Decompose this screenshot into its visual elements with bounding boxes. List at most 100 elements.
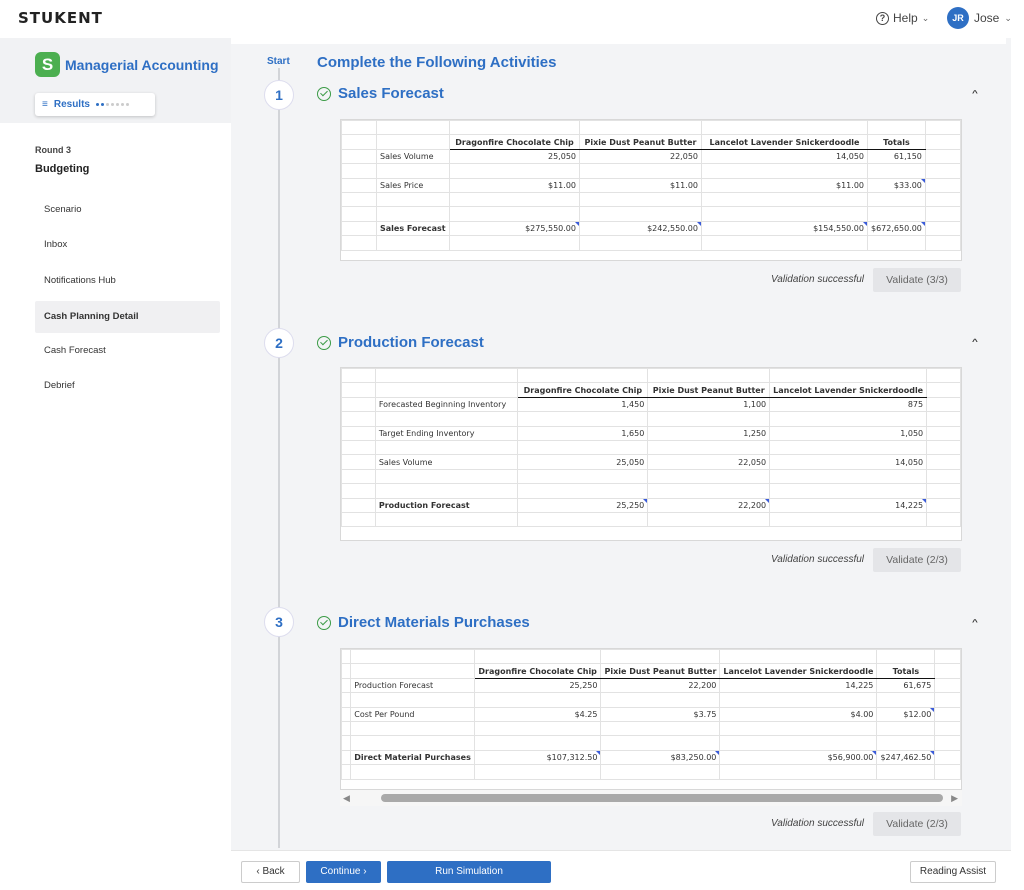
table-cell[interactable]: 875	[769, 396, 928, 413]
continue-label: Continue	[320, 866, 361, 877]
chevron-up-icon[interactable]: ^	[972, 339, 978, 347]
results-button[interactable]: ≡ Results	[35, 93, 155, 116]
spreadsheet-production-forecast[interactable]: Dragonfire Chocolate Chip Pixie Dust Pea…	[340, 367, 962, 541]
step-number: 1	[264, 80, 294, 110]
sidebar-item-notifications-hub[interactable]: Notifications Hub	[35, 265, 220, 297]
progress-dots	[95, 103, 129, 106]
row-label: Sales Volume	[374, 454, 519, 470]
scroll-right-icon[interactable]: ▶	[951, 793, 958, 804]
course-title: Managerial Accounting	[65, 57, 219, 73]
row-label: Production Forecast	[374, 497, 519, 513]
table-cell[interactable]: $247,462.50	[876, 749, 936, 766]
spreadsheet-direct-materials-purchases[interactable]: Dragonfire Chocolate Chip Pixie Dust Pea…	[340, 648, 962, 790]
user-menu[interactable]: JR Jose ⌄	[947, 7, 1012, 29]
table-cell[interactable]: 22,200	[600, 677, 721, 694]
table-cell[interactable]: $11.00	[579, 177, 702, 193]
table-cell[interactable]: 22,050	[647, 454, 771, 470]
table-row: Forecasted Beginning Inventory 1,450 1,1…	[341, 396, 961, 413]
sidebar-item-scenario[interactable]: Scenario	[35, 194, 220, 226]
table-cell[interactable]: 1,100	[647, 396, 771, 413]
table-cell[interactable]: $56,900.00	[719, 749, 878, 766]
table-cell[interactable]: 25,250	[517, 497, 649, 513]
step-number: 3	[264, 607, 294, 637]
step-number: 2	[264, 328, 294, 358]
table-cell[interactable]: 14,225	[719, 677, 878, 694]
table-cell[interactable]: 25,050	[449, 148, 580, 165]
section-title-text: Direct Materials Purchases	[338, 614, 530, 631]
table-cell[interactable]: 1,050	[769, 425, 928, 441]
table-cell[interactable]: 25,050	[517, 454, 649, 470]
scroll-thumb[interactable]	[381, 794, 943, 802]
table-row: Direct Material Purchases $107,312.50 $8…	[341, 749, 961, 766]
right-gutter	[1011, 38, 1024, 890]
table-cell[interactable]: 14,050	[769, 454, 928, 470]
horizontal-scrollbar[interactable]: ◀ ▶	[340, 790, 962, 806]
table-cell[interactable]: $12.00	[876, 706, 936, 722]
chevron-down-icon: ⌄	[1004, 12, 1012, 23]
table-cell[interactable]: 22,200	[647, 497, 771, 513]
section-title-sales-forecast: Sales Forecast	[317, 85, 444, 102]
table-cell[interactable]: $4.25	[473, 706, 602, 722]
check-circle-icon	[317, 615, 331, 630]
table-cell[interactable]: 61,675	[876, 677, 936, 694]
row-label: Sales Price	[376, 177, 450, 193]
table-cell[interactable]: $33.00	[867, 177, 926, 193]
bottom-bar: ‹ Back Continue › Run Simulation Reading…	[231, 850, 1011, 890]
table-cell[interactable]: $275,550.00	[449, 220, 580, 237]
table-cell[interactable]: 22,050	[579, 148, 702, 165]
run-simulation-button[interactable]: Run Simulation	[387, 861, 551, 883]
divider	[231, 38, 1006, 44]
help-menu[interactable]: ? Help ⌄	[876, 11, 929, 25]
sidebar-item-cash-planning-detail[interactable]: Cash Planning Detail	[35, 301, 220, 333]
table-cell[interactable]: $11.00	[701, 177, 868, 193]
scroll-left-icon[interactable]: ◀	[343, 793, 350, 804]
sidebar: S Managerial Accounting ≡ Results Round …	[0, 38, 231, 890]
table-cell[interactable]: $3.75	[600, 706, 721, 722]
user-name: Jose	[974, 11, 1000, 25]
reading-assist-button[interactable]: Reading Assist	[910, 861, 996, 883]
table-cell[interactable]: $242,550.00	[579, 220, 702, 237]
back-button[interactable]: ‹ Back	[241, 861, 300, 883]
menu-icon: ≡	[42, 99, 48, 110]
data-table: Dragonfire Chocolate Chip Pixie Dust Pea…	[341, 120, 961, 251]
validate-button[interactable]: Validate (3/3)	[873, 268, 961, 292]
table-cell[interactable]: $11.00	[449, 177, 580, 193]
chevron-up-icon[interactable]: ^	[972, 619, 978, 627]
table-cell[interactable]: 14,050	[701, 148, 868, 165]
table-cell[interactable]: $107,312.50	[473, 749, 602, 766]
chevron-down-icon: ⌄	[921, 12, 930, 23]
section-title-text: Sales Forecast	[338, 85, 444, 102]
validate-button[interactable]: Validate (2/3)	[873, 812, 961, 836]
table-cell[interactable]: $4.00	[719, 706, 878, 722]
table-cell[interactable]: $154,550.00	[701, 220, 868, 237]
validate-button[interactable]: Validate (2/3)	[873, 548, 961, 572]
brand-logo-icon: S	[35, 52, 60, 77]
avatar: JR	[947, 7, 969, 29]
sidebar-item-cash-forecast[interactable]: Cash Forecast	[35, 335, 220, 367]
chevron-left-icon: ‹	[256, 866, 260, 877]
table-cell[interactable]: $672,650.00	[867, 220, 926, 237]
table-cell[interactable]: $83,250.00	[600, 749, 721, 766]
table-cell[interactable]: 14,225	[769, 497, 928, 513]
stukent-logo[interactable]: STUKENT	[18, 9, 103, 27]
table-row: Sales Volume 25,050 22,050 14,050	[341, 454, 961, 470]
table-row: Sales Forecast $275,550.00 $242,550.00 $…	[341, 220, 961, 237]
table-row: Sales Price $11.00 $11.00 $11.00 $33.00	[341, 177, 961, 193]
table-row: Dragonfire Chocolate Chip Pixie Dust Pea…	[341, 382, 961, 398]
table-cell[interactable]: 1,450	[517, 396, 649, 413]
chevron-up-icon[interactable]: ^	[972, 90, 978, 98]
table-cell[interactable]: 25,250	[473, 677, 602, 694]
row-label: Direct Material Purchases	[350, 749, 475, 766]
sidebar-item-inbox[interactable]: Inbox	[35, 229, 220, 261]
sidebar-item-debrief[interactable]: Debrief	[35, 370, 220, 402]
spreadsheet-sales-forecast[interactable]: Dragonfire Chocolate Chip Pixie Dust Pea…	[340, 119, 962, 261]
continue-button[interactable]: Continue ›	[306, 861, 381, 883]
column-header: Lancelot Lavender Snickerdoodle	[701, 134, 868, 150]
table-cell[interactable]: 1,250	[647, 425, 771, 441]
column-header: Totals	[876, 663, 936, 679]
round-label: Round 3	[35, 145, 71, 155]
table-cell[interactable]: 1,650	[517, 425, 649, 441]
table-cell[interactable]: 61,150	[867, 148, 926, 165]
row-label: Target Ending Inventory	[374, 425, 519, 441]
data-table: Dragonfire Chocolate Chip Pixie Dust Pea…	[341, 649, 961, 780]
